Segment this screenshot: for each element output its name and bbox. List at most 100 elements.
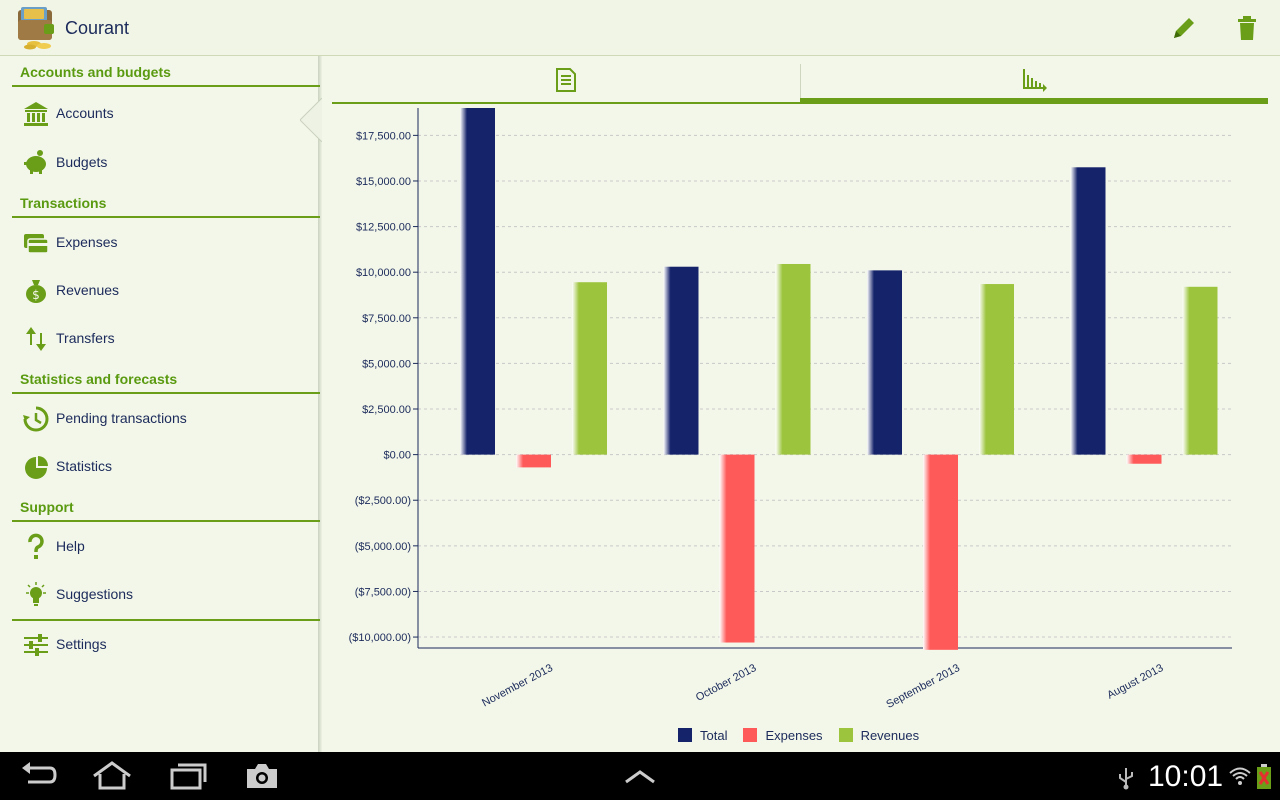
bar-revenues [979,284,1014,455]
back-arrow-icon [22,762,57,784]
bar-expenses [719,454,755,643]
bar-chart: $17,500.00 $15,000.00 $12,500.00 $10,000.00… [349,108,1232,711]
delete-button[interactable] [1231,12,1263,44]
y-tick-label: $12,500.00 [356,222,411,234]
legend-label: Total [700,727,728,743]
sidebar-item-pending-transactions[interactable]: Pending transactions [12,397,318,441]
y-tick-label: ($10,000.00) [349,632,411,644]
y-tick-label: ($5,000.00) [355,541,411,553]
pending-clock-icon [23,406,49,432]
legend-swatch-revenues [838,728,853,742]
sliders-icon [24,634,48,656]
document-icon [556,68,576,92]
sidebar-item-suggestions[interactable]: Suggestions [12,573,318,617]
legend-label: Expenses [765,727,823,743]
sidebar-item-label: Budgets [56,154,108,170]
action-bar: Courant [0,0,1280,56]
bar-expenses [1126,454,1162,464]
tab-chart[interactable] [800,57,1268,104]
camera-icon [247,764,277,788]
sidebar-item-accounts[interactable]: Accounts [12,92,318,136]
svg-text:$: $ [32,288,40,302]
sidebar-item-label: Suggestions [56,586,134,602]
sidebar-item-label: Help [56,538,85,554]
section-header-statistics-and-forecasts: Statistics and forecasts [12,370,320,394]
y-tick-label: $10,000.00 [356,267,411,279]
piggy-bank-icon [24,150,46,174]
section-header-transactions: Transactions [12,194,320,218]
home-button[interactable] [90,760,134,797]
light-bulb-icon [26,582,46,606]
sidebar-item-statistics[interactable]: Statistics [12,445,318,489]
sidebar-item-label: Pending transactions [56,410,187,426]
bar-total [867,270,902,455]
sidebar-item-expenses[interactable]: Expenses [12,221,318,265]
y-tick-label: ($2,500.00) [355,495,411,507]
bank-icon [24,102,48,126]
recent-apps-icon [170,763,207,790]
section-header-accounts-and-budgets: Accounts and budgets [12,63,320,87]
sidebar-item-label: Revenues [56,282,120,298]
screenshot-button[interactable] [244,760,280,797]
sidebar-item-transfers[interactable]: Transfers [12,317,318,361]
x-tick-label: August 2013 [1105,662,1165,702]
bar-expenses [923,454,958,650]
transfer-arrows-icon [26,327,46,351]
pencil-icon [1174,18,1194,38]
sidebar-item-label: Accounts [56,105,114,121]
app-logo-icon[interactable] [16,6,58,50]
credit-card-icon [24,234,49,254]
back-button[interactable] [18,760,58,797]
status-clock: 10:01 [1148,760,1224,793]
y-tick-label: $15,000.00 [356,176,411,188]
x-tick-label: November 2013 [480,662,555,709]
sidebar-item-label: Transfers [56,330,115,346]
home-icon [93,761,131,790]
legend-swatch-expenses [743,728,758,742]
chevron-up-icon [625,770,655,784]
bar-chart-icon [1023,69,1047,92]
tab-details[interactable] [332,57,800,104]
bar-total [460,108,495,455]
y-tick-label: $2,500.00 [362,404,411,416]
wifi-icon [1229,767,1251,785]
y-tick-label: ($7,500.00) [355,586,411,598]
legend-item-revenues: Revenues [838,727,920,743]
sidebar-item-label: Statistics [56,458,113,474]
bar-expenses [516,454,551,468]
legend-swatch-total [678,728,692,742]
question-mark-icon [28,533,44,559]
chart-area: $17,500.00 $15,000.00 $12,500.00 $10,000.00… [330,104,1270,752]
active-item-indicator [300,98,322,142]
y-tick-label: $5,000.00 [362,358,411,370]
drawer-shadow [318,56,322,752]
sidebar-item-help[interactable]: Help [12,525,318,569]
y-tick-label: $0.00 [383,450,411,462]
recent-apps-button[interactable] [168,760,208,797]
app-title: Courant [65,18,130,38]
legend-item-expenses: Expenses [743,727,823,743]
sidebar-item-label: Settings [56,636,107,652]
bar-total [1070,167,1106,455]
sidebar-item-budgets[interactable]: Budgets [12,141,318,185]
trash-icon [1238,16,1256,40]
legend-item-total: Total [678,728,727,743]
usb-icon [1119,768,1133,790]
chart-legend: Total Expenses Revenues [678,726,935,744]
pie-chart-icon [25,456,48,479]
edit-button[interactable] [1168,12,1200,44]
legend-label: Revenues [860,727,920,743]
bar-revenues [572,282,607,455]
y-tick-label: $7,500.00 [362,313,411,325]
sidebar-item-settings[interactable]: Settings [12,623,318,667]
y-tick-label: $17,500.00 [356,130,411,142]
system-navigation-bar: 10:01 [0,752,1280,800]
section-header-support: Support [12,498,320,522]
x-tick-label: September 2013 [884,662,961,711]
battery-icon [1257,764,1271,789]
bar-revenues [775,263,811,455]
menu-up-button[interactable] [622,760,658,797]
sidebar-item-revenues[interactable]: $ Revenues [12,269,318,313]
x-tick-label: October 2013 [694,662,758,704]
sidebar-item-label: Expenses [56,234,118,250]
